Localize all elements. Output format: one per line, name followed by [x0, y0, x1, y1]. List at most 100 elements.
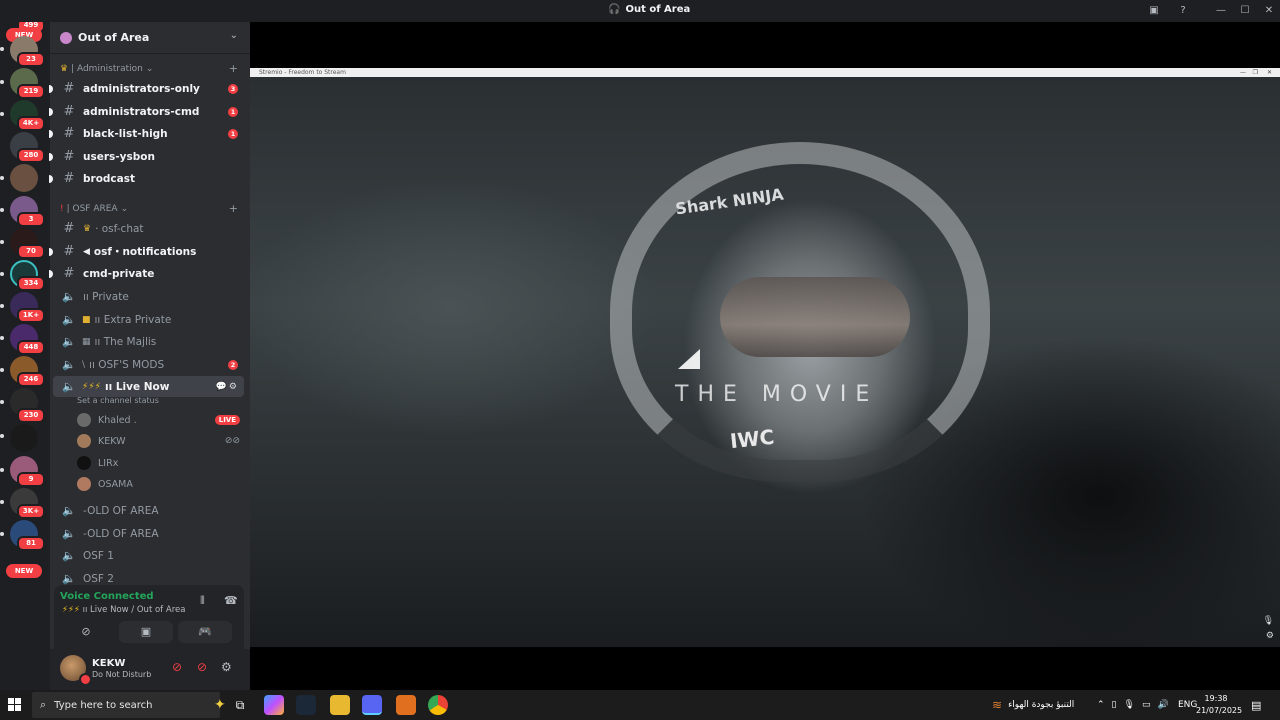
- screen-share-icon[interactable]: ▣: [1146, 3, 1162, 19]
- channel-cmd-private[interactable]: # cmd-private: [49, 263, 244, 284]
- lightning-icon: ⚡⚡⚡: [82, 381, 101, 392]
- voice-user[interactable]: Khaled . LIVE: [77, 410, 244, 430]
- unread-indicator: [0, 532, 4, 536]
- unread-indicator: [49, 269, 53, 278]
- windows-start-icon[interactable]: [8, 698, 22, 712]
- weather-widget[interactable]: ≋ التنبؤ بجودة الهواء: [992, 690, 1074, 720]
- app-icon[interactable]: [396, 695, 416, 715]
- building-icon: ▦: [82, 336, 91, 347]
- volume-icon[interactable]: 🔊: [1157, 700, 1168, 710]
- title-bar: 🎧 Out of Area ▣ ? — ☐ ✕: [0, 0, 1280, 22]
- category-osf-area[interactable]: ! | OSF AREA ⌄: [60, 204, 128, 214]
- avatar: [77, 434, 91, 448]
- crown-emoji-icon: ♛: [83, 223, 92, 234]
- server-rail: 499 NEW 23 219 4K+ 280 3 70 334 1K+ 448: [0, 22, 50, 690]
- activity-button[interactable]: 🎮: [178, 621, 232, 643]
- server-badge: 246: [17, 372, 45, 387]
- unread-indicator: [49, 152, 53, 161]
- chrome-icon[interactable]: [428, 695, 448, 715]
- channel-osf-chat[interactable]: # ♛ · osf-chat: [53, 218, 244, 239]
- settings-icon[interactable]: ⚙: [1266, 631, 1274, 641]
- hash-icon: #: [63, 171, 75, 186]
- clock[interactable]: 19:38 21/07/2025: [1196, 693, 1242, 717]
- camera-button[interactable]: ⊘: [60, 621, 112, 643]
- mic-icon[interactable]: 🎙: [1263, 616, 1274, 626]
- add-channel-icon[interactable]: +: [229, 62, 238, 75]
- channel-black-list-high[interactable]: # black-list-high 1: [49, 123, 244, 144]
- category-administration[interactable]: ♛ | Administration ⌄: [60, 64, 153, 74]
- stream-window-title: Stremio - Freedom to Stream: [259, 69, 346, 76]
- noise-suppression-icon[interactable]: ⦀: [200, 594, 205, 608]
- server-badge: 230: [17, 408, 45, 423]
- phone-link-icon[interactable]: ▯: [1112, 700, 1117, 710]
- channel-administrators-only[interactable]: # administrators-only 3: [49, 78, 244, 99]
- voice-channel-osf-1[interactable]: 🔈 OSF 1: [53, 545, 244, 566]
- guild-icon: [60, 31, 72, 44]
- screen-share-button[interactable]: ▣: [119, 621, 173, 643]
- chevron-down-icon: ⌄: [120, 204, 129, 214]
- voice-channel-private[interactable]: 🔈 ıı Private: [53, 286, 244, 307]
- taskbar-search[interactable]: ⌕ Type here to search ✦: [32, 692, 226, 718]
- voice-channel-live-now[interactable]: 🔈 ⚡⚡⚡ ıı Live Now 💬⚙: [53, 376, 244, 397]
- file-explorer-icon[interactable]: [330, 695, 350, 715]
- unread-indicator: [0, 112, 4, 116]
- notifications-icon[interactable]: ▤: [1251, 690, 1261, 720]
- server-badge: 448: [17, 340, 45, 355]
- unread-indicator: [49, 247, 53, 256]
- channel-brodcast[interactable]: # brodcast: [49, 168, 244, 189]
- crown-icon: ♛: [60, 64, 69, 74]
- unread-indicator: [0, 368, 4, 372]
- server-badge: 3K+: [17, 504, 45, 519]
- language-indicator[interactable]: ENG: [1178, 690, 1197, 720]
- server-icon[interactable]: [10, 424, 38, 452]
- voice-location[interactable]: ⚡⚡⚡ ıı Live Now / Out of Area: [62, 605, 185, 615]
- new-unreads-pill[interactable]: NEW: [6, 564, 42, 578]
- username[interactable]: KEKW: [92, 658, 125, 669]
- guild-header[interactable]: Out of Area ⌄: [50, 22, 250, 54]
- movie-logo-text: THE MOVIE: [675, 382, 879, 407]
- voice-channel-majlis[interactable]: 🔈 ▦ ıı The Majlis: [53, 331, 244, 352]
- mention-badge: 2: [228, 359, 238, 370]
- voice-user[interactable]: OSAMA: [77, 474, 244, 494]
- voice-user[interactable]: KEKW ⊘⊘: [77, 431, 244, 451]
- channel-administrators-cmd[interactable]: # administrators-cmd 1: [49, 101, 244, 122]
- voice-user[interactable]: LIRx: [77, 453, 244, 473]
- voice-channel-osf-mods[interactable]: 🔈 \ ıı OSF'S MODS 2: [53, 354, 244, 375]
- discord-icon[interactable]: [362, 695, 382, 715]
- channel-osf-notifications[interactable]: # ◀ osf・notifications: [49, 241, 244, 262]
- server-badge: 280: [17, 148, 45, 163]
- unread-indicator: [0, 400, 4, 404]
- avatar: [77, 456, 91, 470]
- close-button[interactable]: ✕: [1261, 3, 1277, 19]
- add-channel-icon[interactable]: +: [229, 202, 238, 215]
- voice-channel-old-of-area[interactable]: 🔈 -OLD OF AREA: [53, 523, 244, 544]
- server-icon[interactable]: [10, 164, 38, 192]
- mic-muted-icon[interactable]: ⊘: [172, 660, 182, 674]
- server-badge: 23: [17, 52, 45, 67]
- help-icon[interactable]: ?: [1175, 3, 1191, 19]
- user-status: Do Not Disturb: [92, 670, 152, 679]
- stream-stage[interactable]: Stremio - Freedom to Stream — ❐ ✕ Shark …: [250, 22, 1280, 690]
- task-view-icon[interactable]: ⧉: [230, 695, 250, 715]
- live-badge: LIVE: [214, 415, 240, 425]
- stream-video[interactable]: Shark NINJA IWC THE MOVIE: [250, 77, 1280, 647]
- settings-gear-icon[interactable]: ⚙: [221, 660, 232, 674]
- speaker-icon: 🔈: [62, 380, 76, 393]
- steam-icon[interactable]: [296, 695, 316, 715]
- copilot-icon[interactable]: [264, 695, 284, 715]
- network-icon[interactable]: ▭: [1142, 700, 1151, 710]
- headphones-muted-icon[interactable]: ⊘: [197, 660, 207, 674]
- chevron-up-icon[interactable]: ⌃: [1097, 700, 1105, 710]
- voice-connected-label[interactable]: Voice Connected: [60, 591, 154, 602]
- server-badge: 9: [17, 472, 45, 487]
- microphone-icon[interactable]: 🎙: [1124, 700, 1135, 710]
- voice-channel-old-of-area[interactable]: 🔈 -OLD OF AREA: [53, 500, 244, 521]
- minimize-button[interactable]: —: [1213, 3, 1229, 19]
- channel-status[interactable]: Set a channel status: [77, 396, 159, 405]
- voice-channel-extra-private[interactable]: 🔈 ■ ıı Extra Private: [53, 309, 244, 330]
- channel-actions[interactable]: 💬⚙: [216, 382, 239, 392]
- disconnect-icon[interactable]: ☎: [224, 594, 238, 607]
- channel-users-ysbon[interactable]: # users-ysbon: [49, 146, 244, 167]
- server-badge: 70: [17, 244, 45, 259]
- maximize-button[interactable]: ☐: [1237, 3, 1253, 19]
